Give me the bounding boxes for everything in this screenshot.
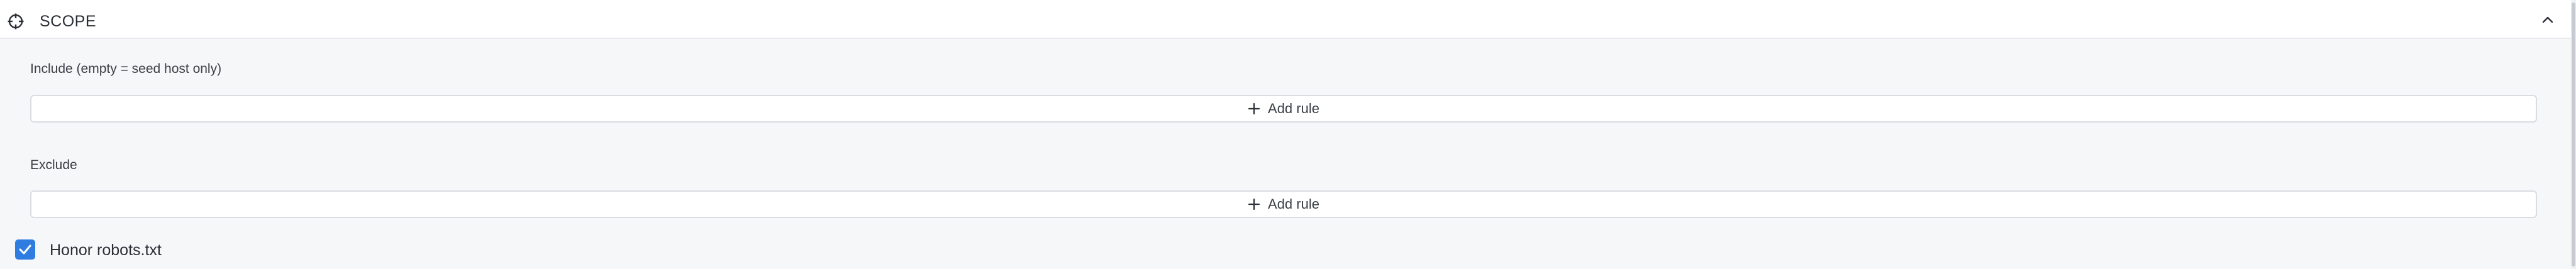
honor-robots-checkbox[interactable] [15,239,35,260]
checkmark-icon [19,244,31,255]
scrollbar-thumb[interactable] [2572,3,2575,266]
exclude-label: Exclude [30,158,77,172]
include-add-rule-label: Add rule [1268,101,1319,116]
exclude-add-rule-button[interactable]: Add rule [30,190,2537,218]
include-label: Include (empty = seed host only) [30,62,222,76]
scope-panel: SCOPE Include (empty = seed host only) A… [0,0,2576,269]
honor-robots-label[interactable]: Honor robots.txt [50,241,162,260]
crosshair-icon [8,13,24,30]
include-add-rule-button[interactable]: Add rule [30,95,2537,123]
section-title: SCOPE [40,13,97,30]
plus-icon [1248,198,1260,211]
scope-section-header[interactable]: SCOPE [0,0,2571,39]
plus-icon [1248,102,1260,115]
chevron-up-icon [2542,16,2553,23]
exclude-add-rule-label: Add rule [1268,196,1319,212]
collapse-button[interactable] [2538,10,2557,29]
